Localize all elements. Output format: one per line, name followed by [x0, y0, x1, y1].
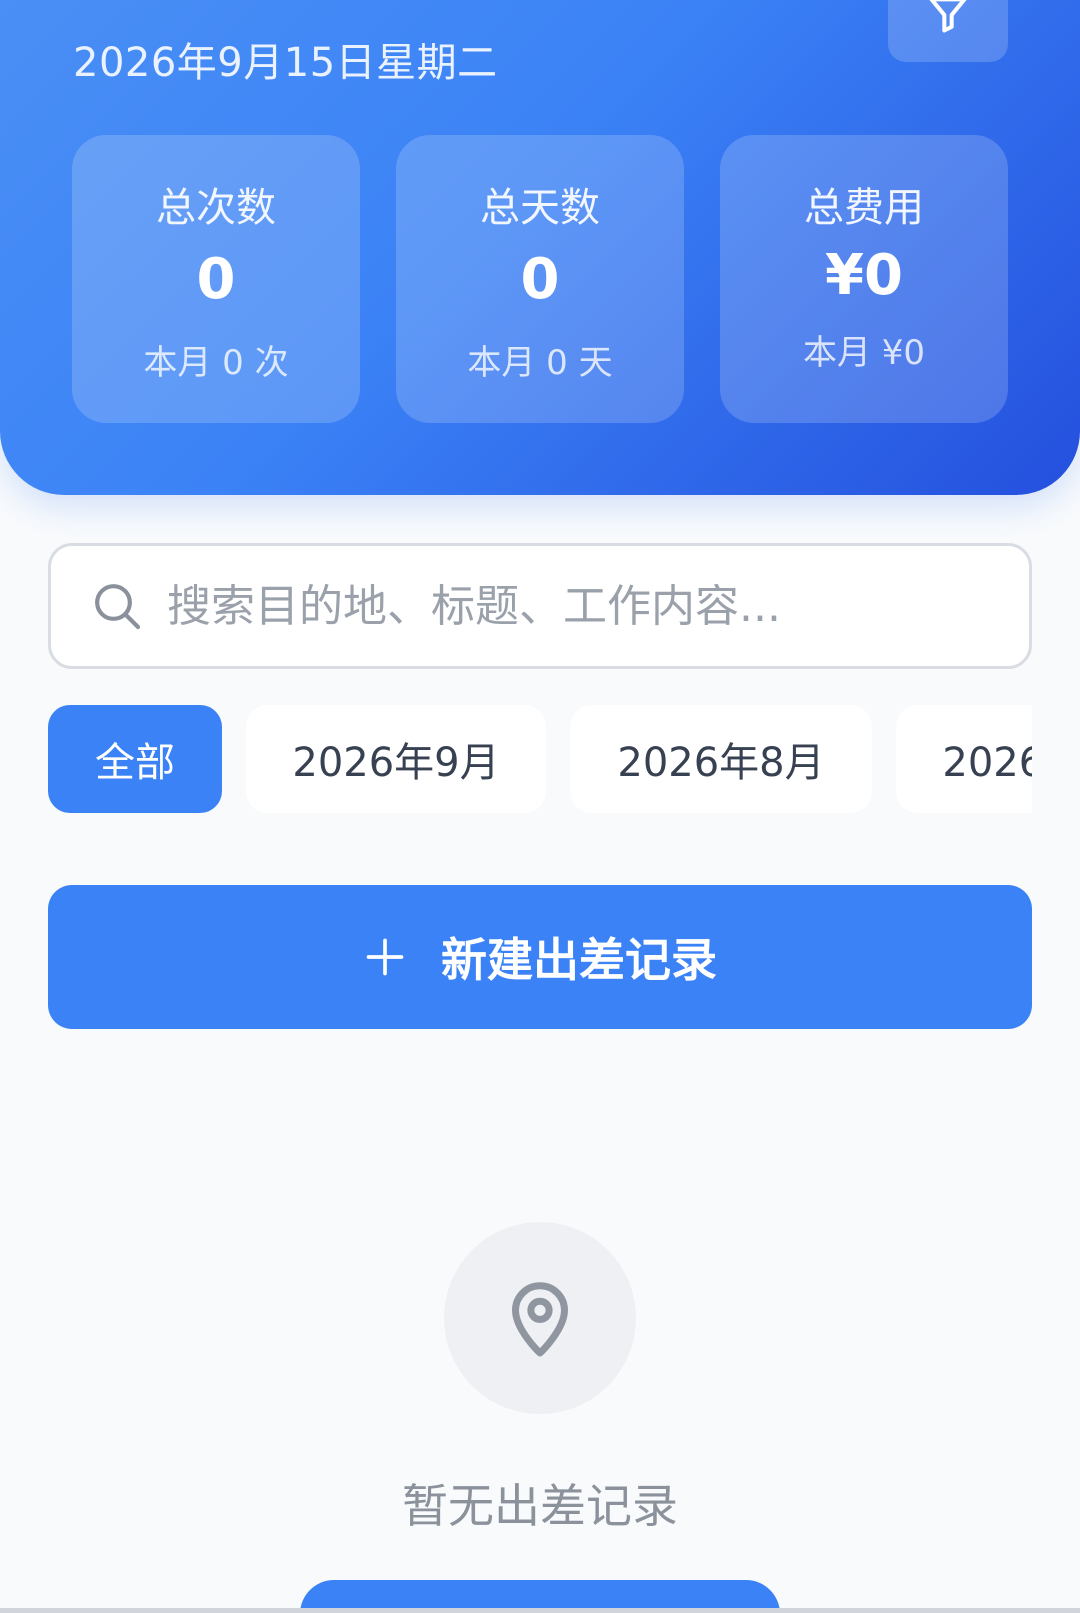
search-input[interactable] — [167, 580, 987, 632]
chip-month[interactable]: 2026年8月 — [570, 705, 872, 813]
stat-value: ¥0 — [825, 243, 903, 308]
location-pin-icon — [512, 1282, 568, 1357]
new-trip-record-button[interactable]: 新建出差记录 — [48, 885, 1032, 1029]
stat-label: 总天数 — [480, 185, 600, 231]
stat-card-total-cost: 总费用 ¥0 本月 ¥0 — [720, 135, 1008, 423]
stat-value: 0 — [520, 247, 560, 312]
stat-card-total-count: 总次数 0 本月 0 次 — [72, 135, 360, 423]
stat-card-total-days: 总天数 0 本月 0 天 — [396, 135, 684, 423]
chip-all[interactable]: 全部 — [48, 705, 222, 813]
stat-value: 0 — [196, 247, 236, 312]
filter-button[interactable] — [888, 0, 1008, 62]
stat-sub: 本月 0 天 — [467, 343, 613, 383]
stat-label: 总次数 — [156, 185, 276, 231]
stat-sub: 本月 ¥0 — [802, 333, 926, 373]
trip-records-page: 2026年9月15日星期二 总次数 0 本月 0 次 总天数 0 本月 0 天 … — [0, 0, 1080, 1613]
new-trip-record-label: 新建出差记录 — [441, 933, 717, 987]
stat-label: 总费用 — [804, 185, 924, 231]
search-icon — [95, 584, 141, 630]
filter-icon — [929, 0, 967, 33]
month-filter-bar[interactable]: 全部 2026年9月 2026年8月 2026年7月 — [48, 705, 1032, 813]
current-date: 2026年9月15日星期二 — [73, 40, 498, 86]
search-box[interactable] — [48, 543, 1032, 669]
empty-state-illustration — [444, 1222, 636, 1414]
bottom-divider — [0, 1608, 1080, 1613]
chip-month[interactable]: 2026年9月 — [246, 705, 546, 813]
header-panel: 2026年9月15日星期二 总次数 0 本月 0 次 总天数 0 本月 0 天 … — [0, 0, 1080, 495]
empty-state-text: 暂无出差记录 — [402, 1479, 678, 1533]
stat-sub: 本月 0 次 — [143, 343, 289, 383]
plus-icon — [366, 938, 404, 976]
chip-month[interactable]: 2026年7月 — [896, 705, 1032, 813]
